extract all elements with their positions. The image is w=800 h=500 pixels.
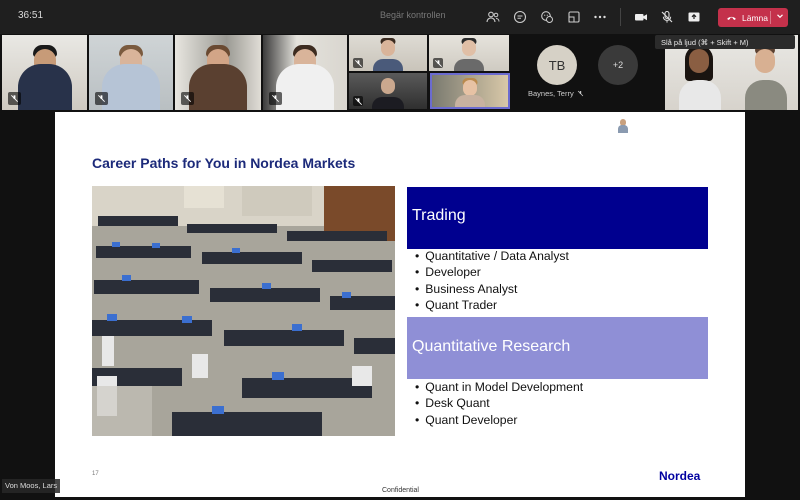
camera-icon[interactable]: [632, 8, 650, 26]
list-item: Quantitative / Data Analyst: [415, 248, 569, 264]
toolbar-divider: [620, 8, 621, 26]
rooms-icon[interactable]: [565, 8, 583, 26]
teams-meeting-window: 36:51 Begär kontrollen Lämna TB Baynes, …: [0, 0, 800, 500]
slide-title: Career Paths for You in Nordea Markets: [92, 155, 356, 171]
mic-off-icon: [353, 96, 363, 106]
participant-body: [454, 59, 484, 71]
more-icon[interactable]: [591, 8, 609, 26]
mic-off-icon: [269, 92, 282, 105]
slide-page-number: 17: [92, 471, 99, 477]
brand-logo: Nordea: [659, 469, 701, 483]
mic-off-icon: [95, 92, 108, 105]
participant-body: [189, 64, 247, 110]
list-item: Quant Developer: [415, 412, 583, 428]
mic-off-icon: [353, 58, 363, 68]
chevron-down-icon[interactable]: [775, 11, 785, 23]
list-item: Quant Trader: [415, 297, 569, 313]
mic-off-icon: [8, 92, 21, 105]
participant-body: [102, 64, 160, 110]
participant-video-tile[interactable]: [429, 35, 509, 71]
active-speaker-tile[interactable]: [430, 73, 510, 109]
section-heading: Trading: [412, 207, 466, 224]
trading-floor-photo: [92, 186, 395, 436]
trading-roles-list: Quantitative / Data Analyst Developer Bu…: [415, 248, 569, 314]
mic-off-icon: [181, 92, 194, 105]
participant-video-tile[interactable]: [2, 35, 87, 110]
participant-face: [463, 80, 477, 96]
shared-screen-slide: Career Paths for You in Nordea Markets T…: [55, 112, 745, 497]
participant-body: [372, 97, 404, 109]
list-item: Quant in Model Development: [415, 379, 583, 395]
take-control-button[interactable]: Begär kontrollen: [380, 10, 446, 20]
presenter-name-label: Von Moos, Lars: [2, 479, 61, 493]
mic-off-icon: [577, 90, 583, 97]
avatar[interactable]: TB: [537, 45, 577, 85]
people-icon[interactable]: [484, 8, 502, 26]
participant-video-tile[interactable]: [175, 35, 261, 110]
participant-video-tile[interactable]: [349, 35, 427, 71]
section-heading: Quantitative Research: [412, 338, 571, 355]
reactions-icon[interactable]: [538, 8, 556, 26]
list-item: Desk Quant: [415, 395, 583, 411]
participant-video-tile[interactable]: [89, 35, 173, 110]
unmute-tooltip: Slå på ljud (⌘ + Skift + M): [655, 35, 795, 49]
list-item: Developer: [415, 264, 569, 280]
hang-up-icon: [726, 14, 737, 21]
participant-face: [381, 78, 395, 94]
section-header-quant-research: Quantitative Research: [407, 317, 708, 379]
participant-body: [17, 64, 72, 110]
participant-name: Baynes, Terry: [528, 89, 584, 98]
participant-face: [689, 49, 709, 73]
participant-body: [373, 59, 403, 71]
participant-face: [381, 40, 395, 56]
participant-body: [276, 64, 334, 110]
list-item: Business Analyst: [415, 281, 569, 297]
participant-body: [679, 80, 721, 110]
section-header-trading: Trading: [407, 187, 708, 249]
leave-divider: [770, 11, 771, 24]
participant-video-tile[interactable]: [349, 73, 427, 109]
meeting-timer: 36:51: [18, 10, 44, 21]
confidential-footer: Confidential: [382, 487, 419, 494]
participant-face: [755, 49, 775, 73]
mic-off-icon[interactable]: [658, 8, 676, 26]
participant-body: [745, 80, 787, 110]
trading-floor-image: [92, 186, 395, 436]
participant-video-tile[interactable]: [263, 35, 347, 110]
presenter-thumbnail: [617, 119, 629, 133]
share-icon[interactable]: [685, 8, 703, 26]
quant-research-roles-list: Quant in Model Development Desk Quant Qu…: [415, 379, 583, 428]
overflow-participants-button[interactable]: +2: [598, 45, 638, 85]
participant-body: [455, 95, 485, 107]
chat-icon[interactable]: [511, 8, 529, 26]
leave-label: Lämna: [742, 12, 768, 23]
meeting-toolbar: 36:51 Begär kontrollen Lämna: [0, 0, 800, 34]
leave-button[interactable]: Lämna: [718, 8, 788, 27]
participant-name-label: Baynes, Terry: [528, 89, 574, 98]
participant-face: [462, 40, 476, 56]
mic-off-icon: [433, 58, 443, 68]
